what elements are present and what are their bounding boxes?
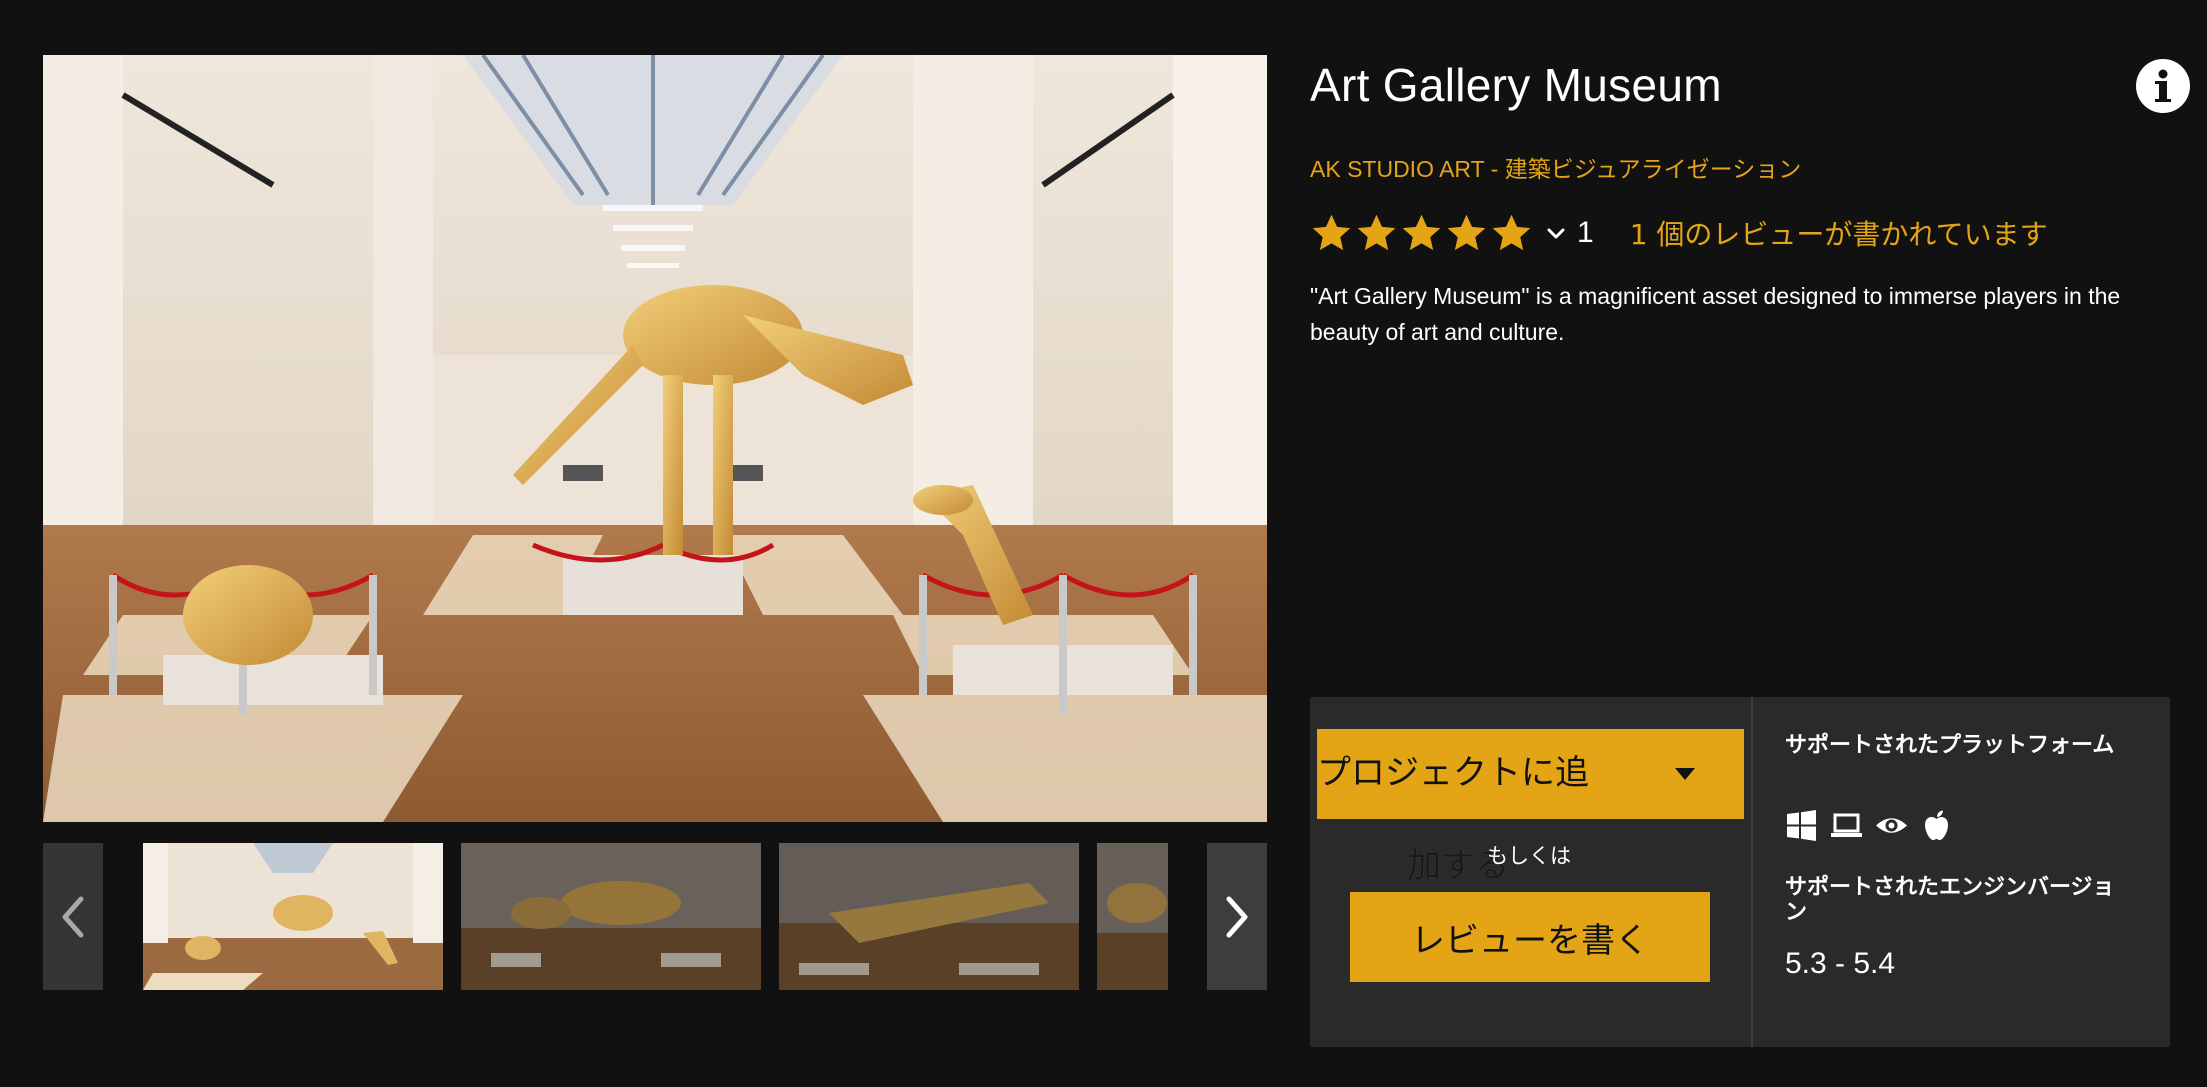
supported-platforms-label: サポートされたプラットフォーム — [1785, 733, 2115, 758]
platform-icon-list — [1785, 809, 1953, 842]
rating-count: 1 — [1577, 216, 1594, 249]
star-icon — [1357, 214, 1396, 250]
reviews-link[interactable]: 1 個のレビューが書かれています — [1630, 213, 2048, 253]
product-description: "Art Gallery Museum" is a magnificent as… — [1310, 283, 2121, 345]
chevron-left-icon — [62, 896, 84, 937]
star-icon — [1402, 214, 1441, 250]
star-rating — [1310, 212, 1533, 255]
thumbnail-image — [779, 843, 1079, 990]
engine-versions-value: 5.3 - 5.4 — [1785, 947, 1896, 980]
museum-scene-image — [43, 55, 1267, 822]
apple-icon — [1925, 810, 1948, 840]
thumbnail-prev-button[interactable] — [43, 843, 103, 990]
action-column: プロジェクトに追 加する もしくは レビューを書く — [1310, 697, 1751, 1047]
or-text: もしくは — [1487, 844, 1571, 868]
info-icon[interactable] — [2135, 58, 2191, 114]
publisher-link[interactable]: AK STUDIO ART — [1310, 156, 1484, 182]
chevron-right-icon — [1226, 896, 1248, 937]
thumbnail-next-button[interactable] — [1207, 843, 1267, 990]
star-icon — [1447, 214, 1486, 250]
publisher-line: AK STUDIO ART - 建築ビジュアライゼーション — [1310, 150, 1801, 184]
category-link[interactable]: 建築ビジュアライゼーション — [1505, 156, 1801, 182]
chevron-down-icon — [1547, 228, 1565, 239]
add-to-project-button[interactable]: プロジェクトに追 — [1317, 729, 1744, 819]
laptop-icon — [1831, 813, 1862, 837]
thumbnail-image — [143, 843, 443, 990]
star-icon — [1492, 214, 1531, 250]
star-icon — [1312, 214, 1351, 250]
rating-breakdown-dropdown[interactable]: 1 — [1545, 216, 1594, 250]
product-page: Art Gallery Museum AK STUDIO ART - 建築ビジュ… — [0, 0, 2207, 1087]
purchase-panel: プロジェクトに追 加する もしくは レビューを書く サポートされたプラットフォー… — [1310, 697, 2170, 1047]
product-title: Art Gallery Museum — [1310, 59, 1722, 111]
write-review-button[interactable]: レビューを書く — [1350, 892, 1710, 982]
thumbnail-3[interactable] — [779, 843, 1079, 990]
thumbnail-image — [461, 843, 761, 990]
thumbnail-1[interactable] — [143, 843, 443, 990]
windows-icon — [1787, 810, 1816, 841]
add-to-project-label: プロジェクトに追 — [1317, 753, 1589, 793]
publisher-separator: - — [1484, 156, 1505, 182]
thumbnail-4[interactable] — [1097, 843, 1168, 990]
thumbnail-2[interactable] — [461, 843, 761, 990]
hero-image[interactable] — [43, 55, 1267, 822]
specs-column: サポートされたプラットフォーム サポートされたエンジンバージョン 5.3 - 5… — [1753, 697, 2170, 1047]
eye-icon — [1876, 818, 1907, 833]
thumbnail-image — [1097, 843, 1168, 990]
supported-engine-versions-label: サポートされたエンジンバージョン — [1785, 875, 2115, 925]
thumbnail-strip — [143, 843, 1168, 990]
caret-down-icon — [1675, 768, 1695, 780]
rating-row: 1 1 個のレビューが書かれています — [1310, 208, 2048, 258]
